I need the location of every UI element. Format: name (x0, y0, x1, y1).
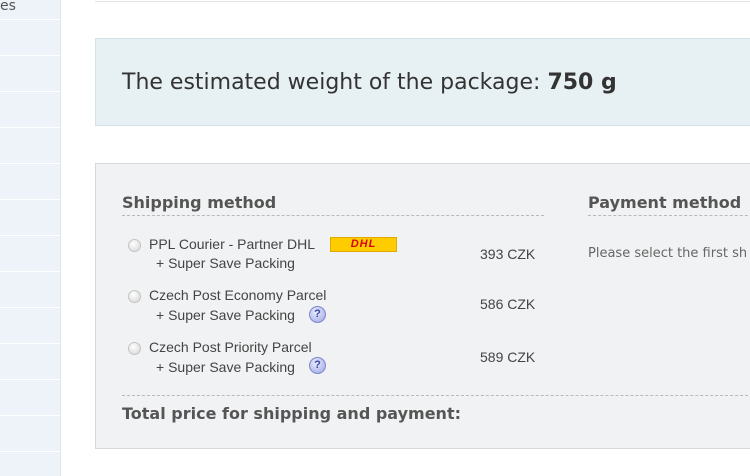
left-sidebar: es (0, 0, 61, 476)
sidebar-item-label: es (0, 0, 16, 14)
sidebar-item[interactable] (0, 236, 60, 272)
shipping-radio[interactable] (128, 290, 141, 303)
shipping-option-price: 393 CZK (480, 246, 536, 262)
shipping-option-name: Czech Post Priority Parcel (149, 339, 312, 355)
shipping-option-sub: + Super Save Packing (156, 359, 295, 375)
shipping-option-sub: + Super Save Packing (156, 307, 295, 323)
sidebar-item[interactable]: es (0, 0, 60, 20)
shipping-divider (122, 215, 544, 216)
total-price-label: Total price for shipping and payment: (122, 404, 461, 423)
dhl-logo: DHL (330, 237, 397, 252)
shipping-option-sub: + Super Save Packing (156, 255, 295, 271)
shipping-option-economy[interactable]: Czech Post Economy Parcel + Super Save P… (96, 286, 556, 330)
sidebar-item[interactable] (0, 164, 60, 200)
sidebar-item[interactable] (0, 452, 60, 476)
weight-value: 750 g (547, 70, 617, 95)
shipping-option-priority[interactable]: Czech Post Priority Parcel + Super Save … (96, 338, 556, 382)
shipping-method-heading: Shipping method (122, 193, 277, 212)
sidebar-item[interactable] (0, 200, 60, 236)
shipping-option-price: 586 CZK (480, 296, 536, 312)
package-weight-box: The estimated weight of the package: 750… (95, 38, 750, 126)
payment-instruction: Please select the first sh (588, 246, 748, 261)
total-divider (122, 395, 750, 396)
package-weight-text: The estimated weight of the package: 750… (122, 70, 617, 95)
shipping-radio[interactable] (128, 239, 141, 252)
question-mark-icon[interactable]: ? (309, 357, 326, 374)
dhl-logo-text: DHL (350, 238, 377, 250)
weight-label: The estimated weight of the package: (122, 70, 541, 95)
sidebar-item[interactable] (0, 344, 60, 380)
payment-method-heading: Payment method (588, 193, 742, 212)
shipping-option-name: PPL Courier - Partner DHL (149, 236, 315, 252)
shipping-payment-panel: Shipping method Payment method PPL Couri… (95, 163, 750, 449)
shipping-option-ppl[interactable]: PPL Courier - Partner DHL DHL + Super Sa… (96, 235, 556, 279)
sidebar-item[interactable] (0, 380, 60, 416)
sidebar-item[interactable] (0, 92, 60, 128)
sidebar-item[interactable] (0, 56, 60, 92)
top-divider (95, 0, 750, 2)
sidebar-item[interactable] (0, 416, 60, 452)
question-mark-icon[interactable]: ? (309, 306, 326, 323)
shipping-option-name: Czech Post Economy Parcel (149, 287, 327, 303)
shipping-option-price: 589 CZK (480, 349, 536, 365)
sidebar-item[interactable] (0, 128, 60, 164)
sidebar-item[interactable] (0, 20, 60, 56)
sidebar-item[interactable] (0, 272, 60, 308)
payment-divider (588, 215, 750, 216)
sidebar-item[interactable] (0, 308, 60, 344)
shipping-radio[interactable] (128, 342, 141, 355)
